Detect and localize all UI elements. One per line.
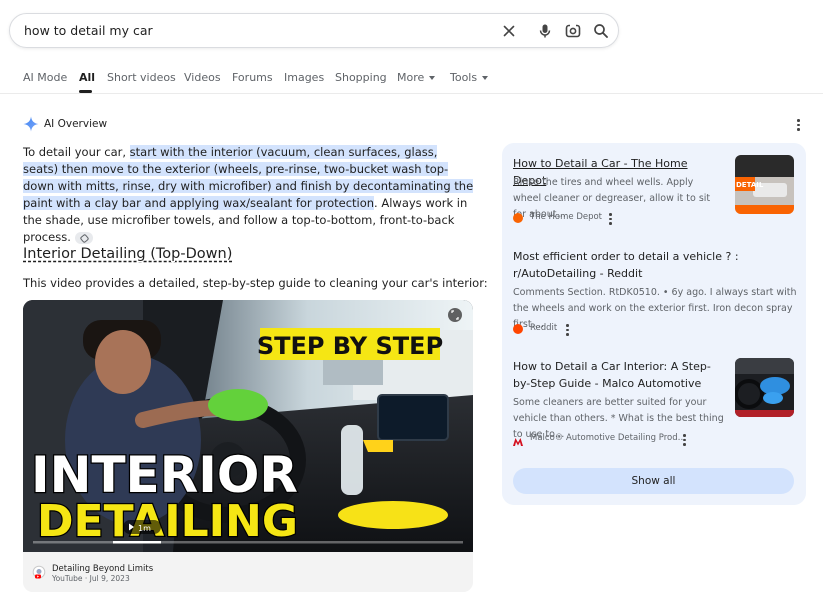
link-icon[interactable]: [74, 231, 93, 244]
mic-icon[interactable]: [536, 22, 554, 40]
progress-track[interactable]: [33, 541, 463, 544]
progress-bar: [113, 541, 161, 544]
tab-ai-mode[interactable]: AI Mode: [23, 71, 67, 84]
more-options-icon[interactable]: [566, 324, 570, 338]
video-channel[interactable]: Detailing Beyond Limits: [52, 564, 153, 574]
video-meta: Detailing Beyond Limits YouTube · Jul 9,…: [23, 552, 473, 592]
duration-text: 1m: [138, 524, 151, 533]
thumbnail-text-top: STEP BY STEP: [257, 332, 443, 360]
video-date: YouTube · Jul 9, 2023: [52, 574, 130, 583]
search-tabs: AI Mode All Short videos Videos Forums I…: [0, 66, 823, 94]
site-name: Malco® Automotive Detailing Prod…: [530, 433, 687, 443]
tab-shopping[interactable]: Shopping: [335, 71, 387, 84]
search-bar[interactable]: how to detail my car: [9, 13, 619, 48]
reddit-favicon-icon: [513, 324, 523, 334]
malco-favicon-icon: [513, 434, 523, 446]
source-thumbnail: DETAIL: [735, 155, 794, 214]
summary-intro: To detail your car,: [23, 145, 130, 159]
ai-sparkle-icon: [23, 116, 39, 132]
more-options-icon[interactable]: [609, 213, 613, 227]
more-options-icon[interactable]: [683, 434, 687, 448]
source-card-reddit[interactable]: Most efficient order to detail a vehicle…: [513, 248, 798, 338]
youtube-icon: [32, 565, 46, 579]
tab-images[interactable]: Images: [284, 71, 324, 84]
search-icon[interactable]: [592, 22, 610, 40]
ai-overview-label: AI Overview: [44, 118, 108, 130]
tab-all[interactable]: All: [79, 71, 95, 84]
tab-forums[interactable]: Forums: [232, 71, 273, 84]
close-icon[interactable]: [500, 22, 518, 40]
home-depot-favicon-icon: [513, 213, 523, 223]
site-name: Reddit: [530, 323, 558, 333]
tab-short-videos[interactable]: Short videos: [107, 71, 176, 84]
section-heading: Interior Detailing (Top-Down): [23, 246, 233, 262]
source-title[interactable]: How to Detail a Car Interior: A Step-by-…: [513, 358, 725, 392]
lens-icon[interactable]: [564, 22, 582, 40]
source-title[interactable]: Most efficient order to detail a vehicle…: [513, 248, 743, 282]
chevron-down-icon: [429, 76, 436, 80]
tab-more[interactable]: More: [397, 71, 436, 84]
tab-tools-label: Tools: [450, 71, 478, 84]
ai-overview-summary: To detail your car, start with the inter…: [23, 144, 475, 246]
fullscreen-icon[interactable]: [448, 308, 462, 322]
tab-more-label: More: [397, 71, 425, 84]
source-card-home-depot[interactable]: How to Detail a Car - The Home Depot Rin…: [513, 155, 798, 235]
video-card[interactable]: STEP BY STEP INTERIOR DETAILING 1m Detai…: [23, 300, 473, 592]
video-thumbnail[interactable]: STEP BY STEP INTERIOR DETAILING 1m: [23, 300, 473, 552]
tab-videos[interactable]: Videos: [184, 71, 221, 84]
thumbnail-text-line2: DETAILING: [37, 496, 298, 547]
source-card-malco[interactable]: How to Detail a Car Interior: A Step-by-…: [513, 358, 798, 448]
search-input[interactable]: how to detail my car: [24, 23, 153, 38]
sources-panel: How to Detail a Car - The Home Depot Rin…: [502, 143, 806, 505]
chevron-down-icon: [482, 76, 489, 80]
active-tab-indicator: [79, 90, 92, 93]
show-all-button[interactable]: Show all: [513, 468, 794, 494]
source-thumbnail: [735, 358, 794, 417]
site-name: The Home Depot: [530, 212, 603, 222]
more-options-icon[interactable]: [797, 119, 801, 133]
video-intro-text: This video provides a detailed, step-by-…: [23, 276, 488, 290]
tab-tools[interactable]: Tools: [450, 71, 489, 84]
thumbnail-label: DETAIL: [736, 181, 764, 189]
